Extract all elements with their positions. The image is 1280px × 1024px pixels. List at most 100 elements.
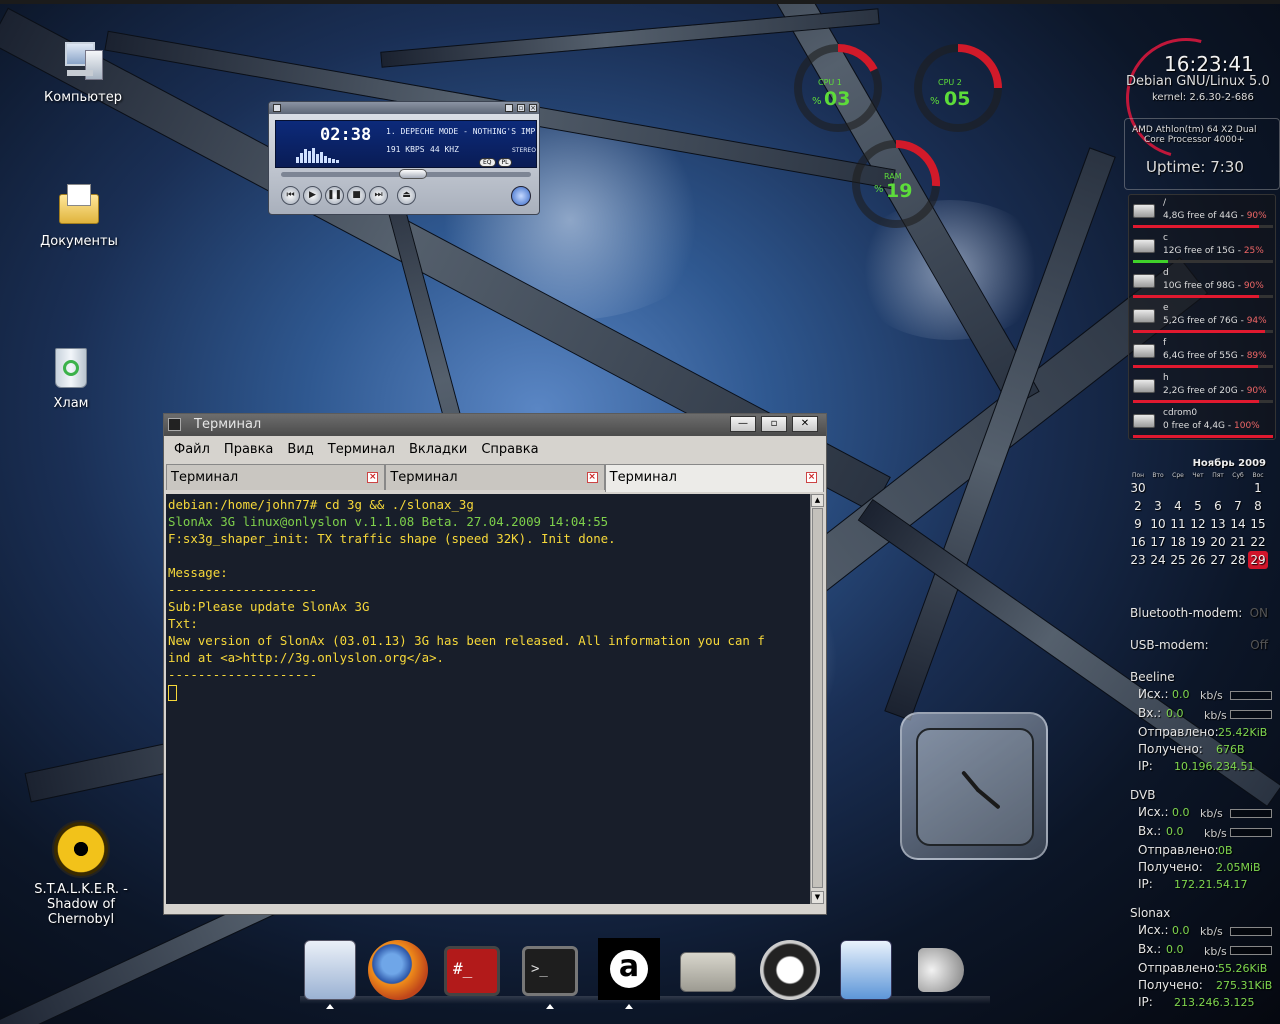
calendar-day[interactable]: 10 [1148, 515, 1168, 533]
shade-button[interactable]: ▫ [517, 104, 525, 112]
menu-item[interactable]: Вкладки [409, 442, 467, 457]
menu-item[interactable]: Файл [174, 442, 210, 457]
calendar-day[interactable]: 28 [1228, 551, 1248, 569]
speaker-icon[interactable] [918, 948, 964, 992]
calendar-day[interactable]: 19 [1188, 533, 1208, 551]
pause-icon[interactable]: ❚❚ [325, 186, 344, 205]
calendar-day[interactable]: 1 [1248, 479, 1268, 497]
next-icon[interactable]: ⏭ [369, 186, 388, 205]
calendar-day[interactable]: 5 [1188, 497, 1208, 515]
close-tab-icon[interactable]: × [367, 472, 379, 483]
disk-row: f 6,4G free of 55G - 89% [1129, 335, 1275, 370]
calendar-month: Ноябрь 2009 [1192, 458, 1266, 469]
terminal-tab[interactable]: Терминал × [166, 464, 386, 490]
minimize-button[interactable]: — [730, 416, 756, 432]
calendar-day[interactable]: 17 [1148, 533, 1168, 551]
menu-item[interactable]: Справка [481, 442, 538, 457]
calendar-day[interactable]: 7 [1228, 497, 1248, 515]
calendar-day[interactable]: 14 [1228, 515, 1248, 533]
desktop-icon-trash[interactable]: Хлам [6, 344, 136, 411]
elapsed-time[interactable]: 02:38 [320, 125, 371, 145]
close-button[interactable]: ✕ [792, 416, 818, 432]
playlist-button[interactable]: PL [497, 158, 513, 167]
disk-name: / [1163, 198, 1167, 208]
calendar-day[interactable]: 27 [1208, 551, 1228, 569]
calendar-day[interactable]: 20 [1208, 533, 1228, 551]
calendar-day[interactable]: 26 [1188, 551, 1208, 569]
calendar-day [1168, 479, 1188, 497]
seek-bar[interactable] [281, 169, 531, 179]
amarok-icon[interactable]: a [598, 938, 660, 1000]
clock-time: 16:23:41 [1164, 52, 1254, 76]
calendar-day[interactable]: 11 [1168, 515, 1188, 533]
close-tab-icon[interactable]: × [805, 472, 817, 483]
calendar-day[interactable]: 15 [1248, 515, 1268, 533]
download-label: Вх.: [1138, 706, 1162, 720]
dock-manager-icon[interactable] [304, 940, 356, 1000]
calendar-day[interactable]: 30 [1128, 479, 1148, 497]
desktop-icon-documents[interactable]: Документы [14, 182, 144, 249]
terminal-tab[interactable]: Терминал × [385, 464, 605, 490]
seek-handle[interactable] [399, 169, 427, 179]
terminal-output[interactable]: debian:/home/john77# cd 3g && ./slonax_3… [166, 494, 810, 904]
winamp-titlebar[interactable]: _ ▫ × [269, 102, 539, 114]
folder-icon[interactable] [680, 952, 736, 992]
sent-value: 25.42KiB [1218, 726, 1268, 739]
calendar-day[interactable]: 9 [1128, 515, 1148, 533]
terminal-window[interactable]: Терминал — ▫ ✕ Файл Правка Вид Терминал Вкла… [163, 413, 827, 915]
network-name-row: Beeline [1130, 670, 1280, 687]
calendar-day[interactable]: 2 [1128, 497, 1148, 515]
disk-name: cdrom0 [1163, 408, 1198, 418]
close-button[interactable]: × [529, 104, 537, 112]
calendar-day[interactable]: 23 [1128, 551, 1148, 569]
disk-usage-fill [1133, 225, 1259, 228]
calendar-day[interactable]: 3 [1148, 497, 1168, 515]
terminal-icon[interactable]: >_ [522, 946, 578, 996]
winamp-player[interactable]: _ ▫ × 02:38 1. DEPECHE MODE - NOTHING'S … [268, 101, 540, 215]
disk-name: e [1163, 303, 1169, 313]
stop-icon[interactable]: ■ [347, 186, 366, 205]
calendar-day[interactable]: 29 [1248, 551, 1268, 569]
calendar-day [1148, 479, 1168, 497]
eq-button[interactable]: EQ [479, 158, 496, 167]
network-widget: DVB Исх.: 0.0 kb/s Вх.: 0.0 kb/s Отправлено: 0B П… [1130, 788, 1280, 894]
terminal-titlebar[interactable]: Терминал — ▫ ✕ [164, 414, 826, 436]
desktop-icon-stalker[interactable]: S.T.A.L.K.E.R. - Shadow of Chernobyl [16, 820, 146, 927]
text-editor-icon[interactable] [840, 940, 892, 1000]
calendar-day[interactable]: 18 [1168, 533, 1188, 551]
calendar-day[interactable]: 6 [1208, 497, 1228, 515]
scroll-thumb[interactable] [812, 508, 823, 888]
close-tab-icon[interactable]: × [586, 472, 598, 483]
root-terminal-icon[interactable]: #_ [444, 946, 500, 996]
calendar-day[interactable]: 13 [1208, 515, 1228, 533]
minimize-button[interactable]: _ [505, 104, 513, 112]
menu-item[interactable]: Вид [287, 442, 313, 457]
calendar-day[interactable]: 16 [1128, 533, 1148, 551]
calendar-day[interactable]: 21 [1228, 533, 1248, 551]
calendar-day[interactable]: 4 [1168, 497, 1188, 515]
calendar-day[interactable]: 24 [1148, 551, 1168, 569]
terminal-tab[interactable]: Терминал × [604, 464, 824, 492]
scroll-up-arrow-icon[interactable]: ▲ [811, 494, 824, 507]
calendar-day[interactable]: 12 [1188, 515, 1208, 533]
calendar-day[interactable]: 22 [1248, 533, 1268, 551]
gauge-percent-sign: % [812, 96, 822, 107]
maximize-button[interactable]: ▫ [761, 416, 787, 432]
previous-icon[interactable]: ⏮ [281, 186, 300, 205]
calendar-day[interactable]: 8 [1248, 497, 1268, 515]
disk-free: 6,4G free of 55G - [1163, 351, 1247, 361]
menu-item[interactable]: Терминал [328, 442, 395, 457]
eject-icon[interactable]: ⏏ [397, 186, 416, 205]
firefox-icon[interactable] [368, 940, 428, 1000]
ip-label: IP: [1138, 995, 1153, 1009]
received-value: 2.05MiB [1216, 861, 1261, 874]
scroll-down-arrow-icon[interactable]: ▼ [811, 891, 824, 904]
calendar-day[interactable]: 25 [1168, 551, 1188, 569]
play-icon[interactable]: ▶ [303, 186, 322, 205]
desktop-icon-computer[interactable]: Компьютер [18, 38, 148, 105]
shutdown-icon[interactable] [760, 940, 820, 1000]
terminal-window-icon[interactable] [168, 418, 181, 431]
menu-item[interactable]: Правка [224, 442, 273, 457]
menu-icon[interactable] [273, 104, 281, 112]
terminal-scrollbar[interactable]: ▲ ▼ [810, 494, 824, 904]
